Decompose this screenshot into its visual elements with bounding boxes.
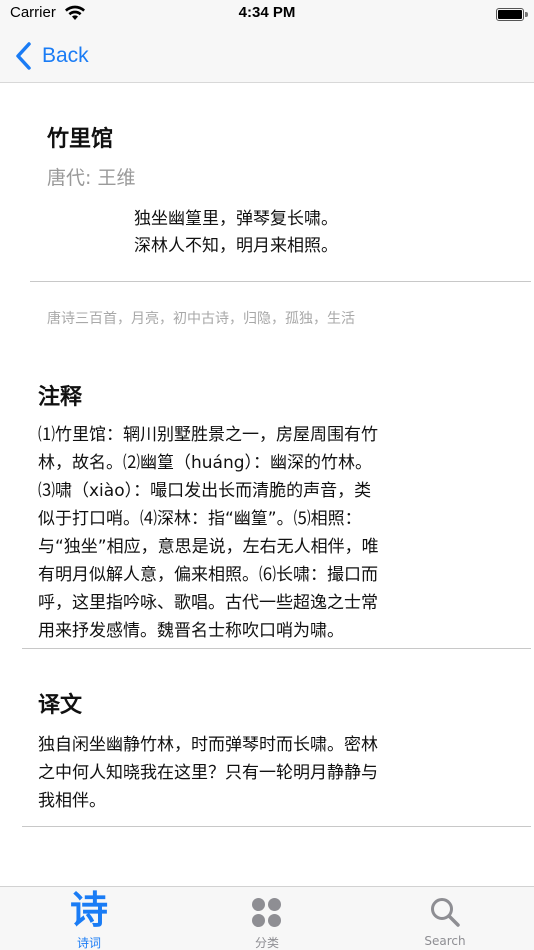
- notes-body: ⑴竹里馆：辋川别墅胜景之一，房屋周围有竹 林，故名。⑵幽篁（huáng）：幽深的…: [38, 421, 496, 645]
- status-bar: Carrier 4:34 PM: [0, 0, 534, 30]
- poem-author: 唐代: 王维: [47, 167, 136, 189]
- notes-line: 与“独坐”相应，意思是说，左右无人相伴，唯: [38, 537, 379, 557]
- status-time: 4:34 PM: [238, 4, 296, 21]
- back-label: Back: [42, 44, 89, 67]
- tab-search[interactable]: Search: [356, 887, 534, 950]
- notes-line: ⑴竹里馆：辋川别墅胜景之一，房屋周围有竹: [38, 425, 378, 445]
- poem-title: 竹里馆: [47, 127, 114, 152]
- notes-line: 有明月似解人意，偏来相照。⑹长啸：撮口而: [38, 565, 378, 585]
- navigation-bar: Back: [0, 30, 534, 83]
- translation-line: 之中何人知晓我在这里？只有一轮明月静静与: [38, 763, 378, 783]
- tab-bar: 诗 诗词 分类 Search: [0, 886, 534, 950]
- tab-label: 诗词: [76, 936, 101, 950]
- poem-glyph-icon: 诗: [69, 888, 108, 932]
- divider: [30, 281, 531, 282]
- translation-line: 我相伴。: [38, 791, 106, 811]
- notes-line: ⑶啸（xiào）：嘬口发出长而清脆的声音，类: [38, 481, 372, 501]
- tab-poems[interactable]: 诗 诗词: [0, 887, 178, 950]
- notes-line: 呼，这里指吟咏、歌唱。古代一些超逸之士常: [38, 593, 378, 613]
- notes-title: 注释: [38, 385, 83, 410]
- poem-line: 深林人不知，明月来相照。: [134, 236, 338, 256]
- poem-detail-content[interactable]: 竹里馆 唐代: 王维 独坐幽篁里，弹琴复长啸。 深林人不知，明月来相照。 唐诗三…: [0, 83, 534, 886]
- battery-icon: [496, 8, 528, 21]
- tab-label: Search: [424, 934, 466, 948]
- translation-title: 译文: [38, 693, 83, 718]
- chevron-left-icon: [16, 42, 31, 70]
- notes-line: 似于打口哨。⑷深林：指“幽篁”。⑸相照：: [38, 509, 362, 529]
- poem-line: 独坐幽篁里，弹琴复长啸。: [134, 209, 338, 229]
- notes-line: 用来抒发感情。魏晋名士称吹口哨为啸。: [38, 621, 344, 641]
- poem-text: 独坐幽篁里，弹琴复长啸。 深林人不知，明月来相照。: [134, 206, 338, 260]
- tab-categories[interactable]: 分类: [178, 887, 356, 950]
- search-icon: [431, 898, 460, 927]
- poem-tags[interactable]: 唐诗三百首，月亮，初中古诗，归隐，孤独，生活: [47, 308, 355, 328]
- back-button[interactable]: Back: [14, 39, 89, 73]
- grid-dots-icon: [252, 898, 282, 928]
- divider: [22, 826, 531, 827]
- divider: [22, 648, 531, 649]
- translation-line: 独自闲坐幽静竹林，时而弹琴时而长啸。密林: [38, 735, 378, 755]
- translation-body: 独自闲坐幽静竹林，时而弹琴时而长啸。密林 之中何人知晓我在这里？只有一轮明月静静…: [38, 731, 496, 815]
- notes-line: 林，故名。⑵幽篁（huáng）：幽深的竹林。: [38, 453, 373, 473]
- tab-label: 分类: [254, 936, 279, 950]
